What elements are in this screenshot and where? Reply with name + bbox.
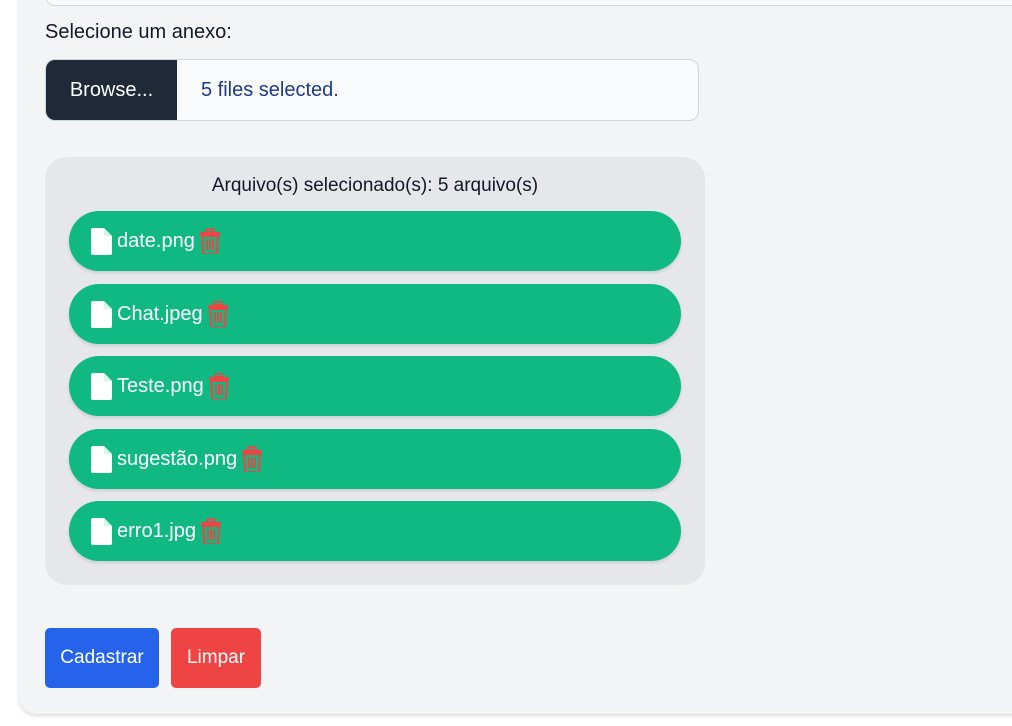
file-icon: [91, 227, 112, 255]
selected-files-heading: Arquivo(s) selecionado(s): 5 arquivo(s): [211, 175, 539, 196]
file-item: Teste.png: [69, 356, 681, 416]
browse-button[interactable]: Browse...: [46, 60, 177, 120]
file-input[interactable]: Browse... 5 files selected.: [45, 59, 699, 121]
file-name: Chat.jpeg: [117, 302, 203, 325]
attachment-label: Selecione um anexo:: [45, 21, 232, 43]
trash-icon[interactable]: [207, 301, 229, 327]
clear-button[interactable]: Limpar: [171, 628, 261, 688]
selected-files-panel: Arquivo(s) selecionado(s): 5 arquivo(s) …: [45, 157, 705, 585]
file-status-text: 5 files selected.: [201, 78, 339, 101]
submit-button[interactable]: Cadastrar: [45, 628, 159, 688]
file-name: date.png: [117, 229, 195, 252]
trash-icon[interactable]: [208, 373, 230, 399]
file-icon: [91, 445, 112, 473]
file-name: erro1.jpg: [117, 519, 196, 542]
file-name: Teste.png: [117, 374, 204, 397]
file-item: date.png: [69, 211, 681, 271]
trash-icon[interactable]: [199, 228, 221, 254]
file-icon: [91, 517, 112, 545]
trash-icon[interactable]: [200, 518, 222, 544]
trash-icon[interactable]: [241, 446, 263, 472]
previous-input-field[interactable]: [46, 0, 1012, 6]
file-item: Chat.jpeg: [69, 284, 681, 344]
file-icon: [91, 372, 112, 400]
file-icon: [91, 300, 112, 328]
file-item: erro1.jpg: [69, 501, 681, 561]
file-name: sugestão.png: [117, 447, 238, 470]
file-item: sugestão.png: [69, 429, 681, 489]
